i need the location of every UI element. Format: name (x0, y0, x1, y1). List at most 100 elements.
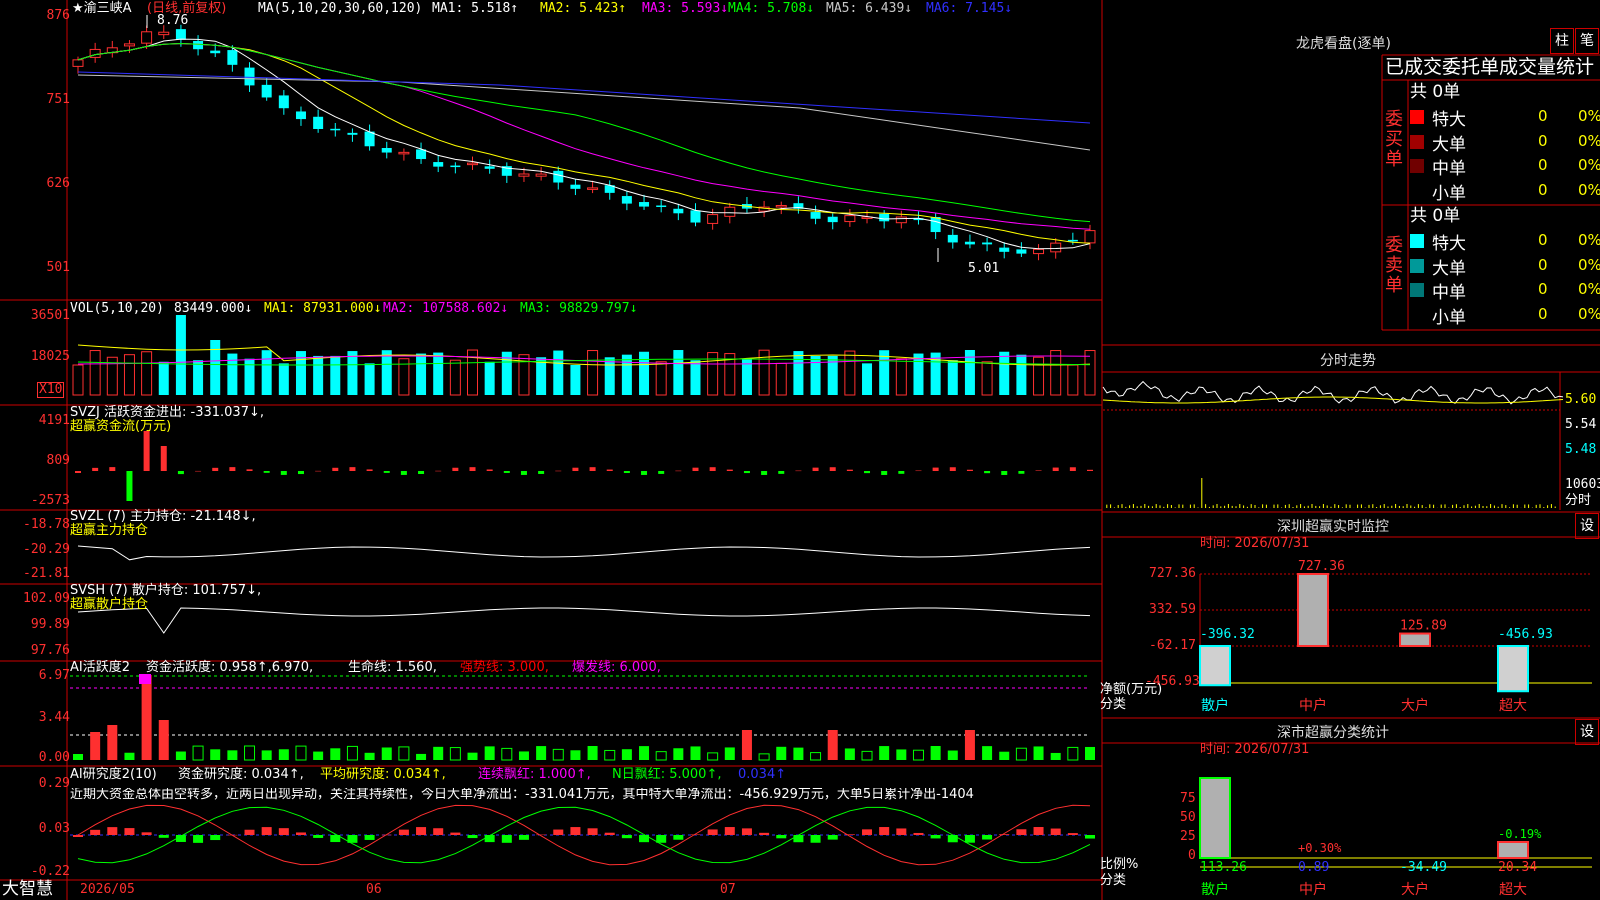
research-bar (656, 835, 667, 843)
order-percent: 0% (1578, 180, 1600, 199)
fund-flow-bar (1069, 467, 1076, 471)
classify-category-label: 超大 (1499, 882, 1527, 898)
candle-body (141, 31, 153, 44)
activity-bar (879, 746, 890, 760)
candle-body (690, 210, 701, 223)
volume-bar (123, 354, 135, 396)
activity-bar (912, 749, 924, 761)
ai-active-item3: 强势线: 3.000, (460, 660, 549, 675)
research-bar (776, 835, 787, 839)
ma-legend-item: MA4: 5.708↓ (728, 1, 815, 16)
fund-flow-bar (1087, 469, 1093, 471)
svzj-y-tick: 4191 (38, 413, 70, 428)
candle-body (999, 247, 1010, 252)
research-bar (433, 828, 444, 835)
activity-bar (896, 749, 907, 760)
volume-bar (484, 361, 495, 395)
candle-body (656, 205, 667, 208)
tick-mode-button[interactable]: 笔 (1575, 28, 1599, 54)
svzl-subtitle: 超赢主力持仓 (70, 523, 149, 538)
vol-y-tick: 18025 (30, 349, 70, 364)
order-percent: 0% (1578, 107, 1600, 125)
chart-canvas[interactable]: -396.32 散户 727.36 中户 125.89 大户 -456.93 超大 113.26… (0, 0, 1600, 900)
candle-body (416, 149, 427, 160)
activity-bar (776, 746, 787, 760)
monitor-bar (1497, 645, 1529, 693)
volume-bar (621, 354, 632, 395)
fund-flow-bar (692, 467, 699, 471)
candle-body (484, 166, 495, 169)
research-bar (964, 835, 975, 843)
volume-bar (416, 353, 427, 395)
dragon-board-title: 龙虎看盘(逐单) (1296, 36, 1391, 52)
activity-bar (433, 746, 444, 760)
candle-body (639, 202, 650, 207)
classify-y-tick: 0 (1188, 848, 1196, 863)
fund-flow-bar (246, 469, 253, 471)
research-bar (810, 835, 821, 843)
bar-mode-button[interactable]: 柱 (1550, 28, 1574, 54)
fund-flow-bar (297, 471, 304, 475)
volume-bar (587, 350, 599, 396)
activity-bar (810, 752, 822, 761)
ma-line (77, 71, 1091, 124)
order-percent: 0% (1578, 231, 1600, 249)
activity-bar (364, 752, 375, 760)
candle-body (1016, 249, 1027, 254)
order-row: 中单 0 0% (1408, 154, 1600, 179)
research-bar (1050, 828, 1061, 835)
research-bar (416, 827, 427, 835)
activity-bar (501, 747, 513, 761)
research-bar (210, 835, 221, 841)
activity-bar (982, 746, 993, 760)
sell-side-total: 共 0单 (1410, 206, 1461, 226)
fund-flow-bar (126, 471, 133, 501)
activity-bar (655, 751, 667, 761)
candle-body (193, 40, 204, 50)
activity-bar (844, 748, 855, 760)
activity-bar (673, 748, 684, 760)
order-type-label: 大单 (1432, 258, 1466, 279)
monitor-value-label: 125.89 (1400, 619, 1447, 634)
fund-flow-bar (915, 470, 922, 472)
monitor-y-tick: -62.17 (1149, 638, 1196, 653)
fund-flow-bar (538, 471, 545, 474)
classify-y-unit: 比例% (1100, 857, 1139, 872)
order-type-label: 小单 (1432, 183, 1466, 204)
svzj-subtitle: 超赢资金流(万元) (70, 419, 172, 434)
volume-bar (193, 360, 204, 395)
monitor-category-label: 散户 (1201, 697, 1229, 714)
order-row: 特大 0 0% (1408, 105, 1600, 130)
candle-body (1033, 248, 1045, 255)
order-count: 0 (1538, 255, 1548, 274)
main-y-tick: 751 (46, 92, 70, 107)
activity-bar (192, 745, 204, 761)
order-color-swatch (1410, 307, 1424, 322)
research-bar (398, 829, 409, 835)
activity-bar (758, 753, 770, 761)
ai-active-y-tick: 6.97 (38, 668, 70, 683)
stock-name[interactable]: ★渝三峡A (72, 2, 132, 16)
research-bar (621, 835, 632, 839)
intraday-price-tick: 5.48 (1565, 442, 1597, 457)
ai-research-item3: 连续飘红: 1.000↑, (478, 767, 591, 782)
order-count: 0 (1538, 180, 1548, 199)
brand-logo[interactable]: 大智慧 (2, 880, 53, 898)
monitor-settings-button[interactable]: 设 (1575, 513, 1599, 539)
classify-settings-button[interactable]: 设 (1575, 719, 1599, 745)
fund-flow-bar (400, 471, 407, 475)
activity-bar (570, 750, 581, 760)
retail-position-line (77, 607, 1091, 634)
activity-bar (536, 746, 547, 760)
low-price-label: 5.01 (968, 261, 1000, 276)
research-bar (141, 832, 152, 835)
intraday-price-tick: 5.54 (1565, 417, 1597, 432)
volume-bar (175, 315, 186, 395)
order-stats-title: 已成交委托单成交量统计 (1385, 56, 1595, 78)
main-y-tick: 501 (46, 260, 70, 275)
order-count: 0 (1538, 131, 1548, 150)
fund-flow-bar (589, 467, 596, 471)
monitor-y-tick: 332.59 (1149, 602, 1196, 617)
volume-bar (639, 351, 650, 395)
activity-bar (398, 746, 410, 761)
